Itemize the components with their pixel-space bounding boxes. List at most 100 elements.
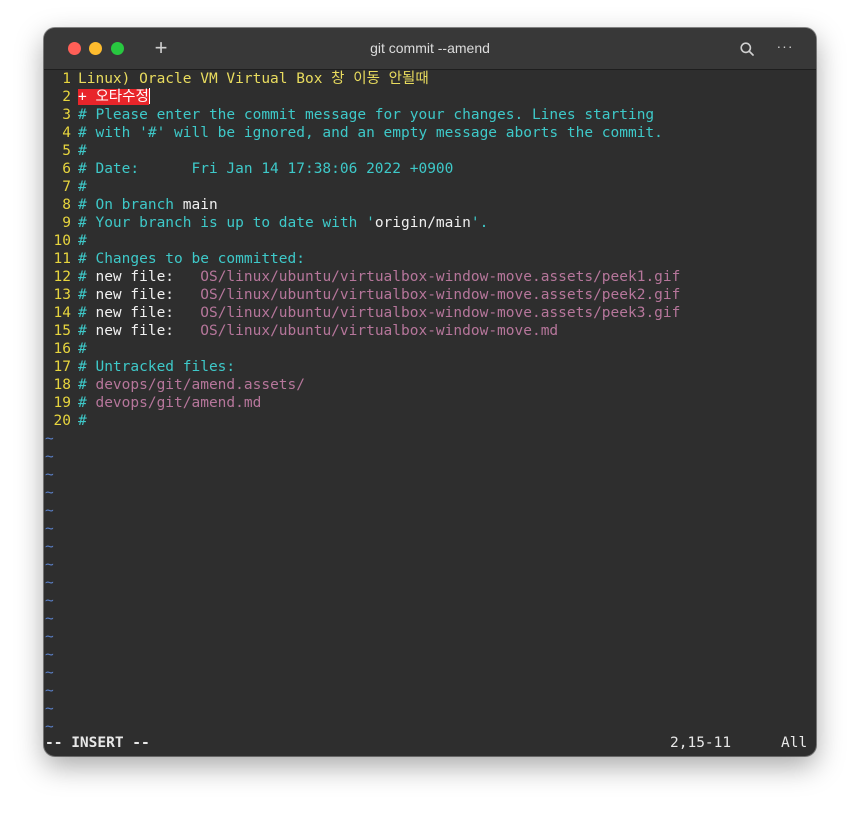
- line-number: 20: [53, 413, 71, 429]
- editor-line[interactable]: 20 #: [44, 412, 816, 430]
- line-text: #: [78, 287, 96, 303]
- line-number: 5: [62, 143, 71, 159]
- empty-line-marker: ~: [45, 701, 54, 717]
- line-text: # Date: Fri Jan 14 17:38:06 2022 +0900: [78, 161, 454, 177]
- window-title: git commit --amend: [370, 40, 490, 56]
- line-text: Linux) Oracle VM Virtual Box 창 이동 안될때: [78, 71, 429, 87]
- line-text: #: [78, 413, 87, 429]
- empty-line-marker: ~: [45, 575, 54, 591]
- line-number: 12: [53, 269, 71, 285]
- highlighted-text: + 오타수정: [78, 89, 149, 105]
- line-text: #: [78, 395, 96, 411]
- line-text: OS/linux/ubuntu/virtualbox-window-move.a…: [200, 305, 681, 321]
- line-text: #: [78, 269, 96, 285]
- line-text: '.: [470, 215, 489, 231]
- editor-line[interactable]: 19 # devops/git/amend.md: [44, 394, 816, 412]
- vim-status-line: -- INSERT -- 2,15-11 All: [44, 734, 816, 752]
- line-text: #: [78, 233, 87, 249]
- empty-line-marker: ~: [45, 467, 54, 483]
- line-text: # Please enter the commit message for yo…: [78, 107, 655, 123]
- cursor-position: 2,15-11: [670, 735, 732, 751]
- mode-indicator: -- INSERT --: [45, 735, 150, 751]
- line-number: 3: [62, 107, 71, 123]
- editor-line[interactable]: 6 # Date: Fri Jan 14 17:38:06 2022 +0900: [44, 160, 816, 178]
- line-number: 18: [53, 377, 71, 393]
- line-text: # On branch: [78, 197, 183, 213]
- line-text: OS/linux/ubuntu/virtualbox-window-move.a…: [200, 269, 681, 285]
- scroll-position: All: [781, 735, 808, 751]
- line-number: 15: [53, 323, 71, 339]
- line-text: new file:: [95, 287, 201, 303]
- editor-line[interactable]: 17 # Untracked files:: [44, 358, 816, 376]
- line-text: #: [78, 143, 87, 159]
- terminal-window: + git commit --amend ··· 1 Linux) Oracle …: [44, 28, 816, 756]
- line-text: #: [78, 323, 96, 339]
- title-bar: + git commit --amend ···: [44, 28, 816, 70]
- editor-line[interactable]: 1 Linux) Oracle VM Virtual Box 창 이동 안될때: [44, 70, 816, 88]
- editor-line[interactable]: 8 # On branch main: [44, 196, 816, 214]
- line-number: 2: [62, 89, 71, 105]
- empty-line-marker: ~: [45, 431, 54, 447]
- line-number: 13: [53, 287, 71, 303]
- line-number: 19: [53, 395, 71, 411]
- editor-line[interactable]: 15 # new file: OS/linux/ubuntu/virtualbox…: [44, 322, 816, 340]
- line-number: 4: [62, 125, 71, 141]
- editor-line[interactable]: 14 # new file: OS/linux/ubuntu/virtualbox…: [44, 304, 816, 322]
- line-number: 17: [53, 359, 71, 375]
- line-text: devops/git/amend.assets/: [95, 377, 305, 393]
- line-text: main: [182, 197, 218, 213]
- empty-line-marker: ~: [45, 485, 54, 501]
- empty-line-marker: ~: [45, 557, 54, 573]
- line-number: 1: [62, 71, 71, 87]
- more-options-icon[interactable]: ···: [776, 36, 794, 56]
- vim-editor[interactable]: 1 Linux) Oracle VM Virtual Box 창 이동 안될때 2 +…: [44, 70, 816, 736]
- line-number: 10: [53, 233, 71, 249]
- empty-line-marker: ~: [45, 665, 54, 681]
- editor-line[interactable]: 12 # new file: OS/linux/ubuntu/virtualbox…: [44, 268, 816, 286]
- line-number: 6: [62, 161, 71, 177]
- empty-line-marker: ~: [45, 593, 54, 609]
- empty-line-marker: ~: [45, 629, 54, 645]
- line-number: 7: [62, 179, 71, 195]
- line-text: OS/linux/ubuntu/virtualbox-window-move.m…: [200, 323, 559, 339]
- line-number: 14: [53, 305, 71, 321]
- editor-line[interactable]: 10 #: [44, 232, 816, 250]
- search-icon[interactable]: [740, 42, 754, 56]
- editor-line[interactable]: 13 # new file: OS/linux/ubuntu/virtualbox…: [44, 286, 816, 304]
- line-text: origin/main: [374, 215, 471, 231]
- editor-line[interactable]: 5 #: [44, 142, 816, 160]
- editor-line[interactable]: 2 + 오타수정: [44, 88, 816, 106]
- empty-line-marker: ~: [45, 521, 54, 537]
- line-text: #: [78, 305, 96, 321]
- editor-line[interactable]: 3 # Please enter the commit message for y…: [44, 106, 816, 124]
- empty-line-marker: ~: [45, 647, 54, 663]
- line-text: OS/linux/ubuntu/virtualbox-window-move.a…: [200, 287, 681, 303]
- text-cursor: [148, 88, 150, 104]
- empty-line-marker: ~: [45, 449, 54, 465]
- line-text: # Your branch is up to date with ': [78, 215, 375, 231]
- editor-line[interactable]: 7 #: [44, 178, 816, 196]
- empty-line-marker: ~: [45, 503, 54, 519]
- editor-line[interactable]: 11 # Changes to be committed:: [44, 250, 816, 268]
- line-text: #: [78, 377, 96, 393]
- empty-line-marker: ~: [45, 539, 54, 555]
- editor-line[interactable]: 9 # Your branch is up to date with 'origi…: [44, 214, 816, 232]
- line-number: 11: [53, 251, 71, 267]
- line-text: #: [78, 179, 87, 195]
- line-number: 16: [53, 341, 71, 357]
- editor-line[interactable]: 18 # devops/git/amend.assets/: [44, 376, 816, 394]
- empty-line-marker: ~: [45, 683, 54, 699]
- line-text: # with '#' will be ignored, and an empty…: [78, 125, 663, 141]
- line-text: # Changes to be committed:: [78, 251, 305, 267]
- line-text: new file:: [95, 269, 201, 285]
- line-text: devops/git/amend.md: [95, 395, 262, 411]
- line-number: 8: [62, 197, 71, 213]
- empty-line-marker: ~: [45, 611, 54, 627]
- editor-line[interactable]: 4 # with '#' will be ignored, and an empt…: [44, 124, 816, 142]
- line-text: # Untracked files:: [78, 359, 236, 375]
- editor-line[interactable]: 16 #: [44, 340, 816, 358]
- line-text: new file:: [95, 323, 201, 339]
- line-text: #: [78, 341, 87, 357]
- line-number: 9: [62, 215, 71, 231]
- line-text: new file:: [95, 305, 201, 321]
